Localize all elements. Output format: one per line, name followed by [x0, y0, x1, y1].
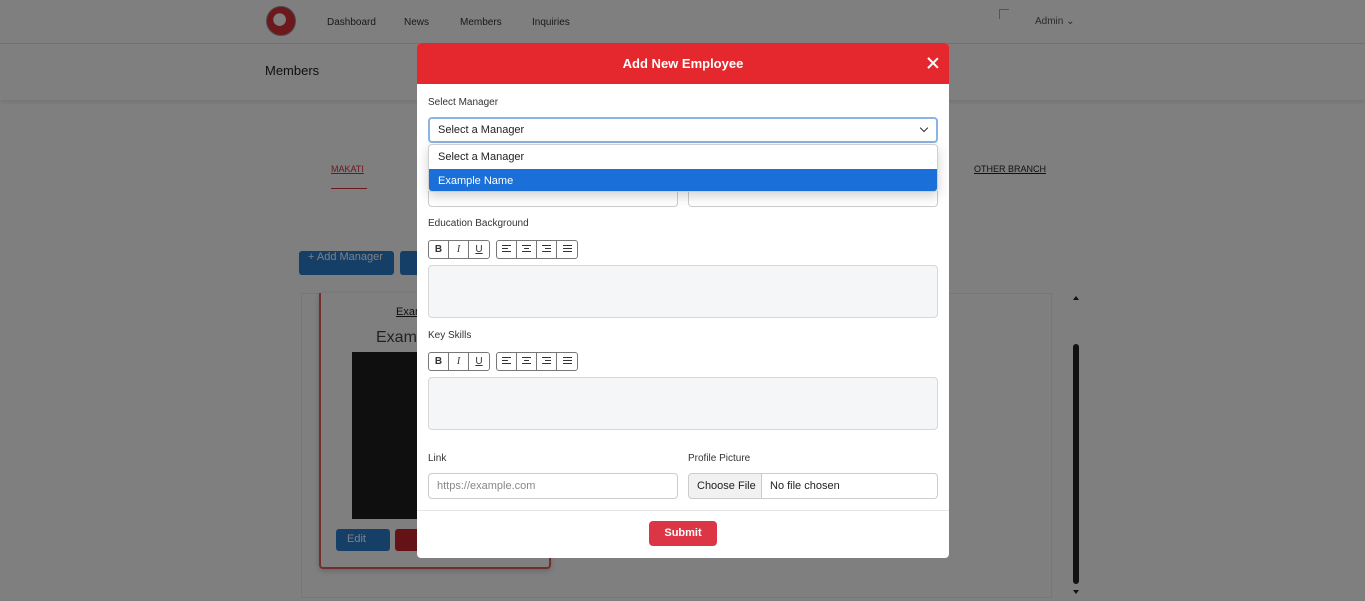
- file-status: No file chosen: [762, 473, 938, 499]
- add-employee-modal: Add New Employee Select Manager Select a…: [417, 43, 949, 558]
- justify-icon: [562, 357, 572, 365]
- align-left-icon: [502, 245, 511, 253]
- manager-select-value: Select a Manager: [438, 124, 525, 136]
- modal-header: Add New Employee: [417, 43, 949, 84]
- align-center-button[interactable]: [517, 353, 537, 370]
- align-center-icon: [522, 357, 531, 365]
- justify-icon: [562, 245, 572, 253]
- key-skills-editor[interactable]: [428, 377, 938, 430]
- modal-footer-divider: [417, 510, 949, 511]
- align-left-button[interactable]: [497, 241, 517, 258]
- align-center-icon: [522, 245, 531, 253]
- choose-file-button[interactable]: Choose File: [688, 473, 762, 499]
- align-right-button[interactable]: [537, 241, 557, 258]
- select-manager-label: Select Manager: [428, 97, 499, 108]
- justify-button[interactable]: [557, 241, 577, 258]
- modal-title: Add New Employee: [622, 56, 744, 71]
- format-group: B I U: [428, 240, 490, 259]
- link-label: Link: [428, 453, 447, 464]
- bold-button[interactable]: B: [429, 241, 449, 258]
- underline-button[interactable]: U: [469, 353, 489, 370]
- education-label: Education Background: [428, 218, 529, 229]
- hidden-field-left[interactable]: [428, 191, 678, 207]
- align-right-icon: [542, 357, 551, 365]
- align-group: [496, 352, 578, 371]
- align-center-button[interactable]: [517, 241, 537, 258]
- dropdown-option-selected[interactable]: Example Name: [429, 169, 937, 191]
- format-group: B I U: [428, 352, 490, 371]
- bold-button[interactable]: B: [429, 353, 449, 370]
- manager-dropdown: Select a Manager Example Name: [428, 144, 938, 192]
- education-editor[interactable]: [428, 265, 938, 318]
- underline-button[interactable]: U: [469, 241, 489, 258]
- close-icon[interactable]: [925, 55, 941, 71]
- align-right-button[interactable]: [537, 353, 557, 370]
- key-skills-label: Key Skills: [428, 330, 472, 341]
- italic-button[interactable]: I: [449, 353, 469, 370]
- chevron-down-icon: [919, 123, 929, 133]
- align-right-icon: [542, 245, 551, 253]
- align-group: [496, 240, 578, 259]
- justify-button[interactable]: [557, 353, 577, 370]
- italic-button[interactable]: I: [449, 241, 469, 258]
- link-input[interactable]: https://example.com: [428, 473, 678, 499]
- manager-select[interactable]: Select a Manager: [428, 117, 938, 143]
- submit-button[interactable]: Submit: [649, 521, 717, 546]
- align-left-icon: [502, 357, 511, 365]
- dropdown-option[interactable]: Select a Manager: [429, 145, 937, 169]
- profile-picture-label: Profile Picture: [688, 453, 751, 464]
- hidden-field-right[interactable]: [688, 191, 938, 207]
- align-left-button[interactable]: [497, 353, 517, 370]
